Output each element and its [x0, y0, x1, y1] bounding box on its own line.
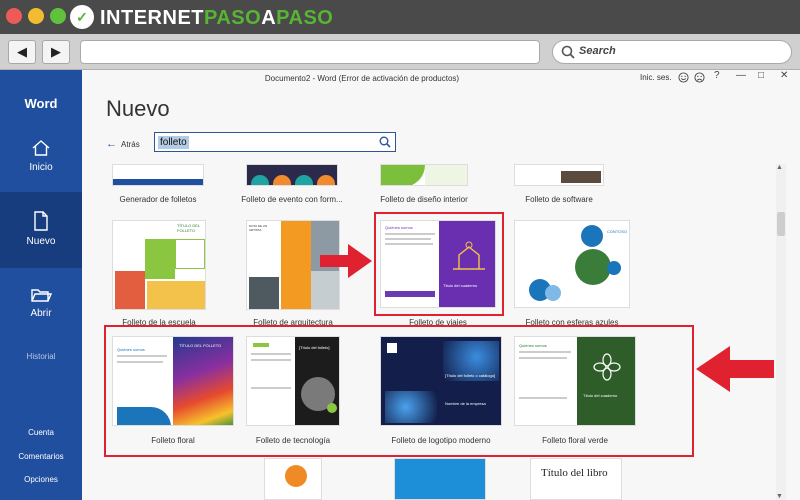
- minimize-button[interactable]: —: [736, 70, 746, 81]
- search-icon: [561, 45, 575, 59]
- new-document-icon: [34, 211, 48, 231]
- sidebar-item-label: Abrir: [30, 308, 52, 319]
- template-thumbnail-blue[interactable]: [394, 458, 486, 500]
- sidebar-item-opciones[interactable]: Opciones: [0, 475, 82, 484]
- browser-titlebar: ✓ INTERNETPASOAPASO: [0, 0, 800, 34]
- browser-search-field[interactable]: Search: [552, 40, 792, 64]
- brand-watermark: INTERNETPASOAPASO: [100, 7, 334, 29]
- back-arrow-icon: ←: [106, 138, 117, 150]
- template-label: Folleto de diseño interior: [380, 195, 468, 204]
- search-icon[interactable]: [379, 136, 391, 148]
- template-thumbnail: [246, 164, 338, 186]
- brand-logo-icon: ✓: [70, 5, 94, 29]
- back-link[interactable]: ← Atrás: [106, 138, 140, 150]
- template-label: Folleto de software: [525, 195, 593, 204]
- red-arrow-icon: [320, 244, 372, 278]
- highlight-box-row: [104, 325, 694, 457]
- red-arrow-left-icon: [696, 346, 774, 392]
- minimize-window-button[interactable]: [28, 8, 44, 24]
- search-label: Search: [579, 45, 616, 57]
- address-bar[interactable]: [80, 40, 540, 64]
- sidebar-item-comentarios[interactable]: Comentarios: [0, 452, 82, 461]
- template-thumbnail: CONTOSO: [514, 220, 630, 308]
- folder-icon: [31, 289, 52, 302]
- app-name: Word: [24, 96, 58, 111]
- sidebar-item-historial[interactable]: Historial: [0, 352, 82, 361]
- template-thumbnail-libro[interactable]: Título del libro: [530, 458, 622, 500]
- close-button[interactable]: ✕: [780, 70, 788, 81]
- back-label: Atrás: [121, 140, 140, 149]
- template-thumbnail: [112, 164, 204, 186]
- sign-in-link[interactable]: Inic. ses.: [640, 73, 672, 82]
- template-label: Folleto de evento con form...: [241, 195, 343, 204]
- template-label: Generador de folletos: [119, 195, 197, 204]
- scroll-down-icon[interactable]: ▼: [776, 493, 783, 500]
- templates-scrollbar[interactable]: ▲ ▼: [776, 164, 786, 500]
- page-title: Nuevo: [106, 96, 170, 121]
- sidebar-item-label: Inicio: [29, 162, 53, 173]
- home-icon: [32, 140, 50, 156]
- browser-toolbar: ◀ ▶ Search: [0, 34, 800, 70]
- browser-back-button[interactable]: ◀: [8, 40, 36, 64]
- highlight-box-viajes: [374, 212, 504, 316]
- smile-icon[interactable]: [678, 72, 689, 83]
- sidebar-item-nuevo[interactable]: Nuevo: [0, 192, 82, 268]
- sidebar-item-abrir[interactable]: Abrir: [0, 286, 82, 326]
- zoom-window-button[interactable]: [50, 8, 66, 24]
- scroll-up-icon[interactable]: ▲: [776, 164, 783, 171]
- help-button[interactable]: ?: [714, 70, 720, 81]
- frown-icon[interactable]: [694, 72, 705, 83]
- template-thumbnail: TÍTULO DEL FOLLETO: [112, 220, 206, 310]
- sidebar-item-inicio[interactable]: Inicio: [0, 134, 82, 186]
- close-window-button[interactable]: [6, 8, 22, 24]
- sidebar-item-label: Nuevo: [26, 236, 56, 247]
- window-title: Documento2 - Word (Error de activación d…: [264, 74, 460, 83]
- template-search-input[interactable]: folleto: [154, 132, 396, 152]
- sidebar-item-cuenta[interactable]: Cuenta: [0, 428, 82, 437]
- scrollbar-thumb[interactable]: [777, 212, 785, 236]
- browser-forward-button[interactable]: ▶: [42, 40, 70, 64]
- template-thumbnail-basketball[interactable]: [264, 458, 322, 500]
- template-thumbnail: [514, 164, 604, 186]
- backstage-sidebar: Word Inicio Nuevo Abrir Historial Cuenta…: [0, 70, 82, 500]
- search-value: folleto: [158, 136, 189, 149]
- template-thumbnail: [380, 164, 468, 186]
- maximize-button[interactable]: □: [758, 70, 764, 81]
